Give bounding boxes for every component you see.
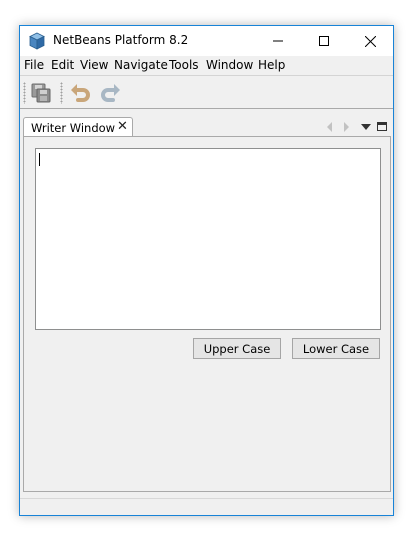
minimize-icon	[273, 40, 283, 42]
menu-bar: File Edit View Navigate Tools Window Hel…	[20, 56, 393, 75]
menu-view[interactable]: View	[80, 58, 108, 72]
maximize-icon	[319, 36, 329, 46]
lower-case-button[interactable]: Lower Case	[292, 338, 380, 359]
tab-close-icon[interactable]: ✕	[117, 120, 129, 134]
close-button[interactable]	[347, 26, 393, 56]
menu-navigate[interactable]: Navigate	[114, 58, 168, 72]
redo-icon[interactable]	[98, 81, 122, 105]
tab-writer-window[interactable]: Writer Window ✕	[23, 117, 133, 137]
netbeans-cube-icon	[29, 32, 45, 50]
window-title: NetBeans Platform 8.2	[53, 33, 189, 47]
scroll-right-icon[interactable]	[342, 120, 350, 134]
writer-panel: Upper Case Lower Case	[23, 136, 391, 492]
scroll-left-icon[interactable]	[326, 120, 334, 134]
toolbar-grip[interactable]	[23, 82, 26, 104]
writer-text-area[interactable]	[35, 148, 381, 330]
status-bar-separator	[20, 498, 393, 499]
menu-tools[interactable]: Tools	[169, 58, 199, 72]
close-icon	[364, 35, 376, 47]
menu-help[interactable]: Help	[258, 58, 285, 72]
toolbar	[20, 75, 393, 109]
minimize-button[interactable]	[255, 26, 301, 56]
menu-edit[interactable]: Edit	[51, 58, 74, 72]
text-caret	[39, 153, 40, 166]
menu-window[interactable]: Window	[206, 58, 253, 72]
upper-case-button[interactable]: Upper Case	[193, 338, 281, 359]
maximize-panel-icon[interactable]	[376, 120, 388, 134]
tab-label: Writer Window	[31, 121, 116, 135]
maximize-button[interactable]	[301, 26, 347, 56]
title-bar[interactable]: NetBeans Platform 8.2	[20, 26, 393, 56]
save-all-icon[interactable]	[29, 81, 53, 105]
toolbar-separator	[60, 82, 63, 104]
menu-file[interactable]: File	[24, 58, 44, 72]
app-window: NetBeans Platform 8.2 File Edit View Nav…	[19, 25, 394, 516]
undo-icon[interactable]	[69, 81, 93, 105]
tab-list-dropdown-icon[interactable]	[360, 120, 372, 134]
